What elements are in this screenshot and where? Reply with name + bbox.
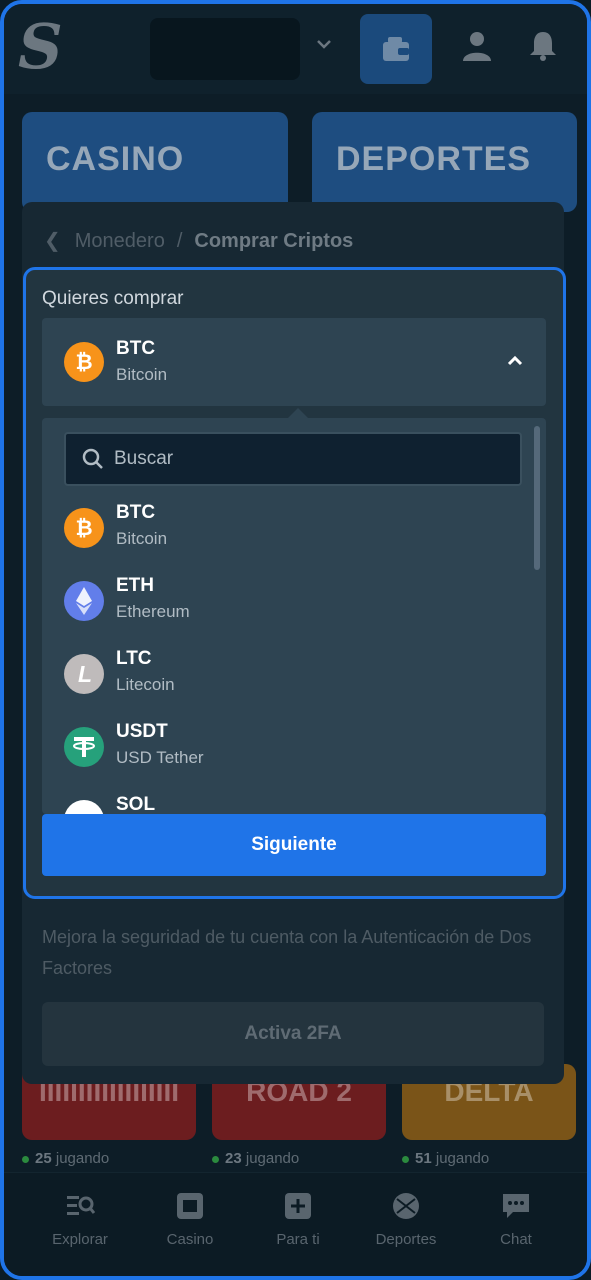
- breadcrumb-separator: /: [176, 230, 183, 252]
- for-you-icon: [285, 1193, 311, 1219]
- players-count: 51 jugando: [402, 1150, 489, 1167]
- selected-name: Bitcoin: [116, 365, 168, 384]
- breadcrumb-parent[interactable]: Monedero: [75, 230, 165, 252]
- breadcrumb-current: Comprar Criptos: [194, 230, 354, 252]
- option-symbol: USDT: [116, 721, 168, 742]
- top-bar: S: [4, 4, 587, 94]
- option-symbol: ETH: [116, 575, 154, 596]
- btc-icon: ₿: [64, 342, 104, 382]
- svg-text:L: L: [78, 661, 92, 687]
- svg-text:₿: ₿: [75, 517, 92, 540]
- nav-chat[interactable]: Chat: [466, 1191, 566, 1249]
- app-frame: S CASINO DEPORTES IIIIIIIIIIIIIIIIII ROA…: [0, 0, 591, 1280]
- svg-text:₿: ₿: [75, 351, 92, 374]
- option-symbol: SOL: [116, 794, 156, 814]
- nav-deportes[interactable]: Deportes: [356, 1191, 456, 1249]
- online-dot: [212, 1155, 219, 1163]
- option-name: Litecoin: [116, 675, 175, 694]
- dropdown-pointer: [288, 408, 308, 418]
- sports-ball-icon: [393, 1193, 419, 1219]
- nav-casino[interactable]: Casino: [140, 1191, 240, 1249]
- nav-label: Explorar: [52, 1231, 108, 1248]
- nav-label: Deportes: [375, 1231, 437, 1248]
- nav-label: Para ti: [276, 1231, 320, 1248]
- nav-explorar[interactable]: Explorar: [30, 1191, 130, 1249]
- nav-label: Chat: [500, 1231, 532, 1248]
- eth-icon: [64, 581, 104, 621]
- sports-banner-title: DEPORTES: [336, 140, 532, 178]
- casino-icon: [177, 1193, 203, 1219]
- option-usdt[interactable]: USDT USD Tether: [42, 713, 532, 785]
- players-count: 23 jugando: [212, 1150, 299, 1167]
- wallet-icon: [383, 37, 409, 61]
- want-to-buy-label: Quieres comprar: [42, 288, 184, 309]
- search-field[interactable]: [64, 432, 522, 486]
- chevron-down-icon[interactable]: [316, 36, 332, 52]
- option-ltc[interactable]: L LTC Litecoin: [42, 640, 532, 712]
- option-btc[interactable]: ₿ BTC Bitcoin: [42, 494, 532, 566]
- chevron-up-icon[interactable]: [506, 352, 524, 370]
- option-sol[interactable]: SOL: [42, 786, 532, 814]
- user-icon[interactable]: [462, 30, 492, 62]
- wallet-button[interactable]: [360, 14, 432, 84]
- online-dot: [22, 1155, 29, 1163]
- casino-banner[interactable]: CASINO: [22, 112, 288, 212]
- bottom-nav: Explorar Casino Para ti Deportes Chat: [4, 1172, 587, 1276]
- usdt-icon: [64, 727, 104, 767]
- chat-icon: [503, 1194, 529, 1218]
- online-dot: [402, 1155, 409, 1163]
- search-input[interactable]: [114, 434, 504, 484]
- option-name: USD Tether: [116, 748, 204, 767]
- players-count: 25 jugando: [22, 1150, 109, 1167]
- site-logo[interactable]: S: [18, 10, 63, 83]
- option-eth[interactable]: ETH Ethereum: [42, 567, 532, 639]
- casino-banner-title: CASINO: [46, 140, 185, 178]
- back-chevron-icon[interactable]: ❮: [44, 230, 61, 252]
- dropdown-scrollbar[interactable]: [534, 426, 540, 570]
- browse-icon: [67, 1196, 95, 1215]
- option-name: Ethereum: [116, 602, 190, 621]
- sports-banner[interactable]: DEPORTES: [312, 112, 577, 212]
- option-symbol: BTC: [116, 502, 156, 523]
- nav-label: Casino: [166, 1231, 214, 1248]
- sol-icon: [64, 800, 104, 814]
- nav-para-ti[interactable]: Para ti: [248, 1191, 348, 1249]
- breadcrumb: ❮ Monedero / Comprar Criptos: [44, 228, 353, 253]
- ltc-icon: L: [64, 654, 104, 694]
- crypto-select-panel: Quieres comprar ₿ BTC Bitcoin ₿ BTC Bitc…: [23, 267, 566, 899]
- search-icon: [82, 448, 103, 469]
- activate-2fa-button[interactable]: Activa 2FA: [42, 1002, 544, 1066]
- balance-box[interactable]: [150, 18, 300, 80]
- option-symbol: LTC: [116, 648, 152, 669]
- bell-icon[interactable]: [528, 30, 558, 62]
- crypto-dropdown: ₿ BTC Bitcoin ETH Ethereum L LTC Litecoi…: [42, 418, 546, 814]
- next-button[interactable]: Siguiente: [42, 814, 546, 876]
- btc-icon: ₿: [64, 508, 104, 548]
- selected-symbol: BTC: [116, 338, 156, 359]
- crypto-selector[interactable]: ₿ BTC Bitcoin: [42, 318, 546, 406]
- tfa-description: Mejora la seguridad de tu cuenta con la …: [42, 927, 532, 978]
- option-name: Bitcoin: [116, 529, 168, 548]
